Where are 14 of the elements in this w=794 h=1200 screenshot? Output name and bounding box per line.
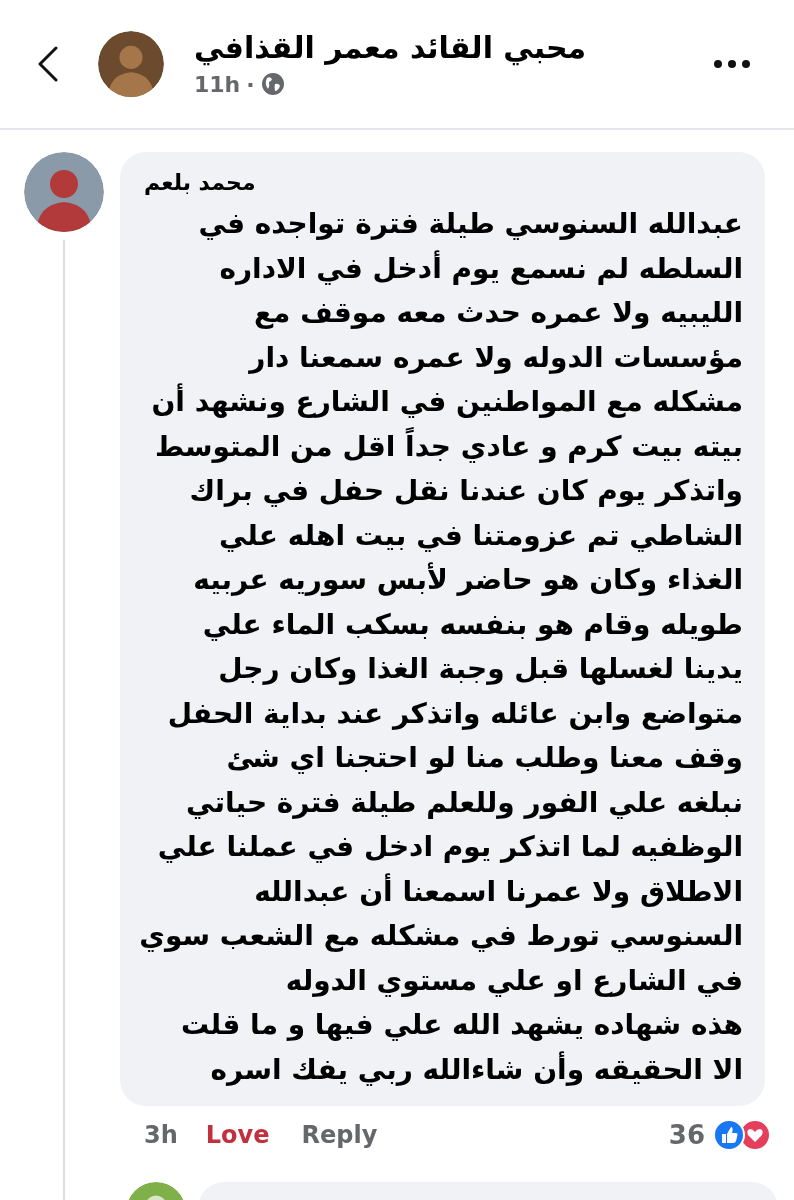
comment-time: 3h (144, 1120, 178, 1151)
reply-button[interactable]: Reply (301, 1117, 378, 1153)
page-title[interactable]: محبي القائد معمر القذافي (194, 27, 587, 68)
love-reaction-button[interactable]: Love (205, 1117, 270, 1153)
more-icon (714, 60, 750, 68)
reaction-count: 36 (668, 1118, 705, 1152)
avatar[interactable] (24, 152, 104, 232)
globe-icon (260, 72, 285, 96)
post-time: 11h (194, 70, 241, 99)
avatar[interactable] (98, 31, 164, 97)
separator-dot: · (246, 70, 255, 99)
comment-author[interactable]: محمد بلعم (144, 166, 256, 200)
chevron-left-icon (37, 46, 59, 82)
like-love-reactions-icon (713, 1119, 771, 1151)
